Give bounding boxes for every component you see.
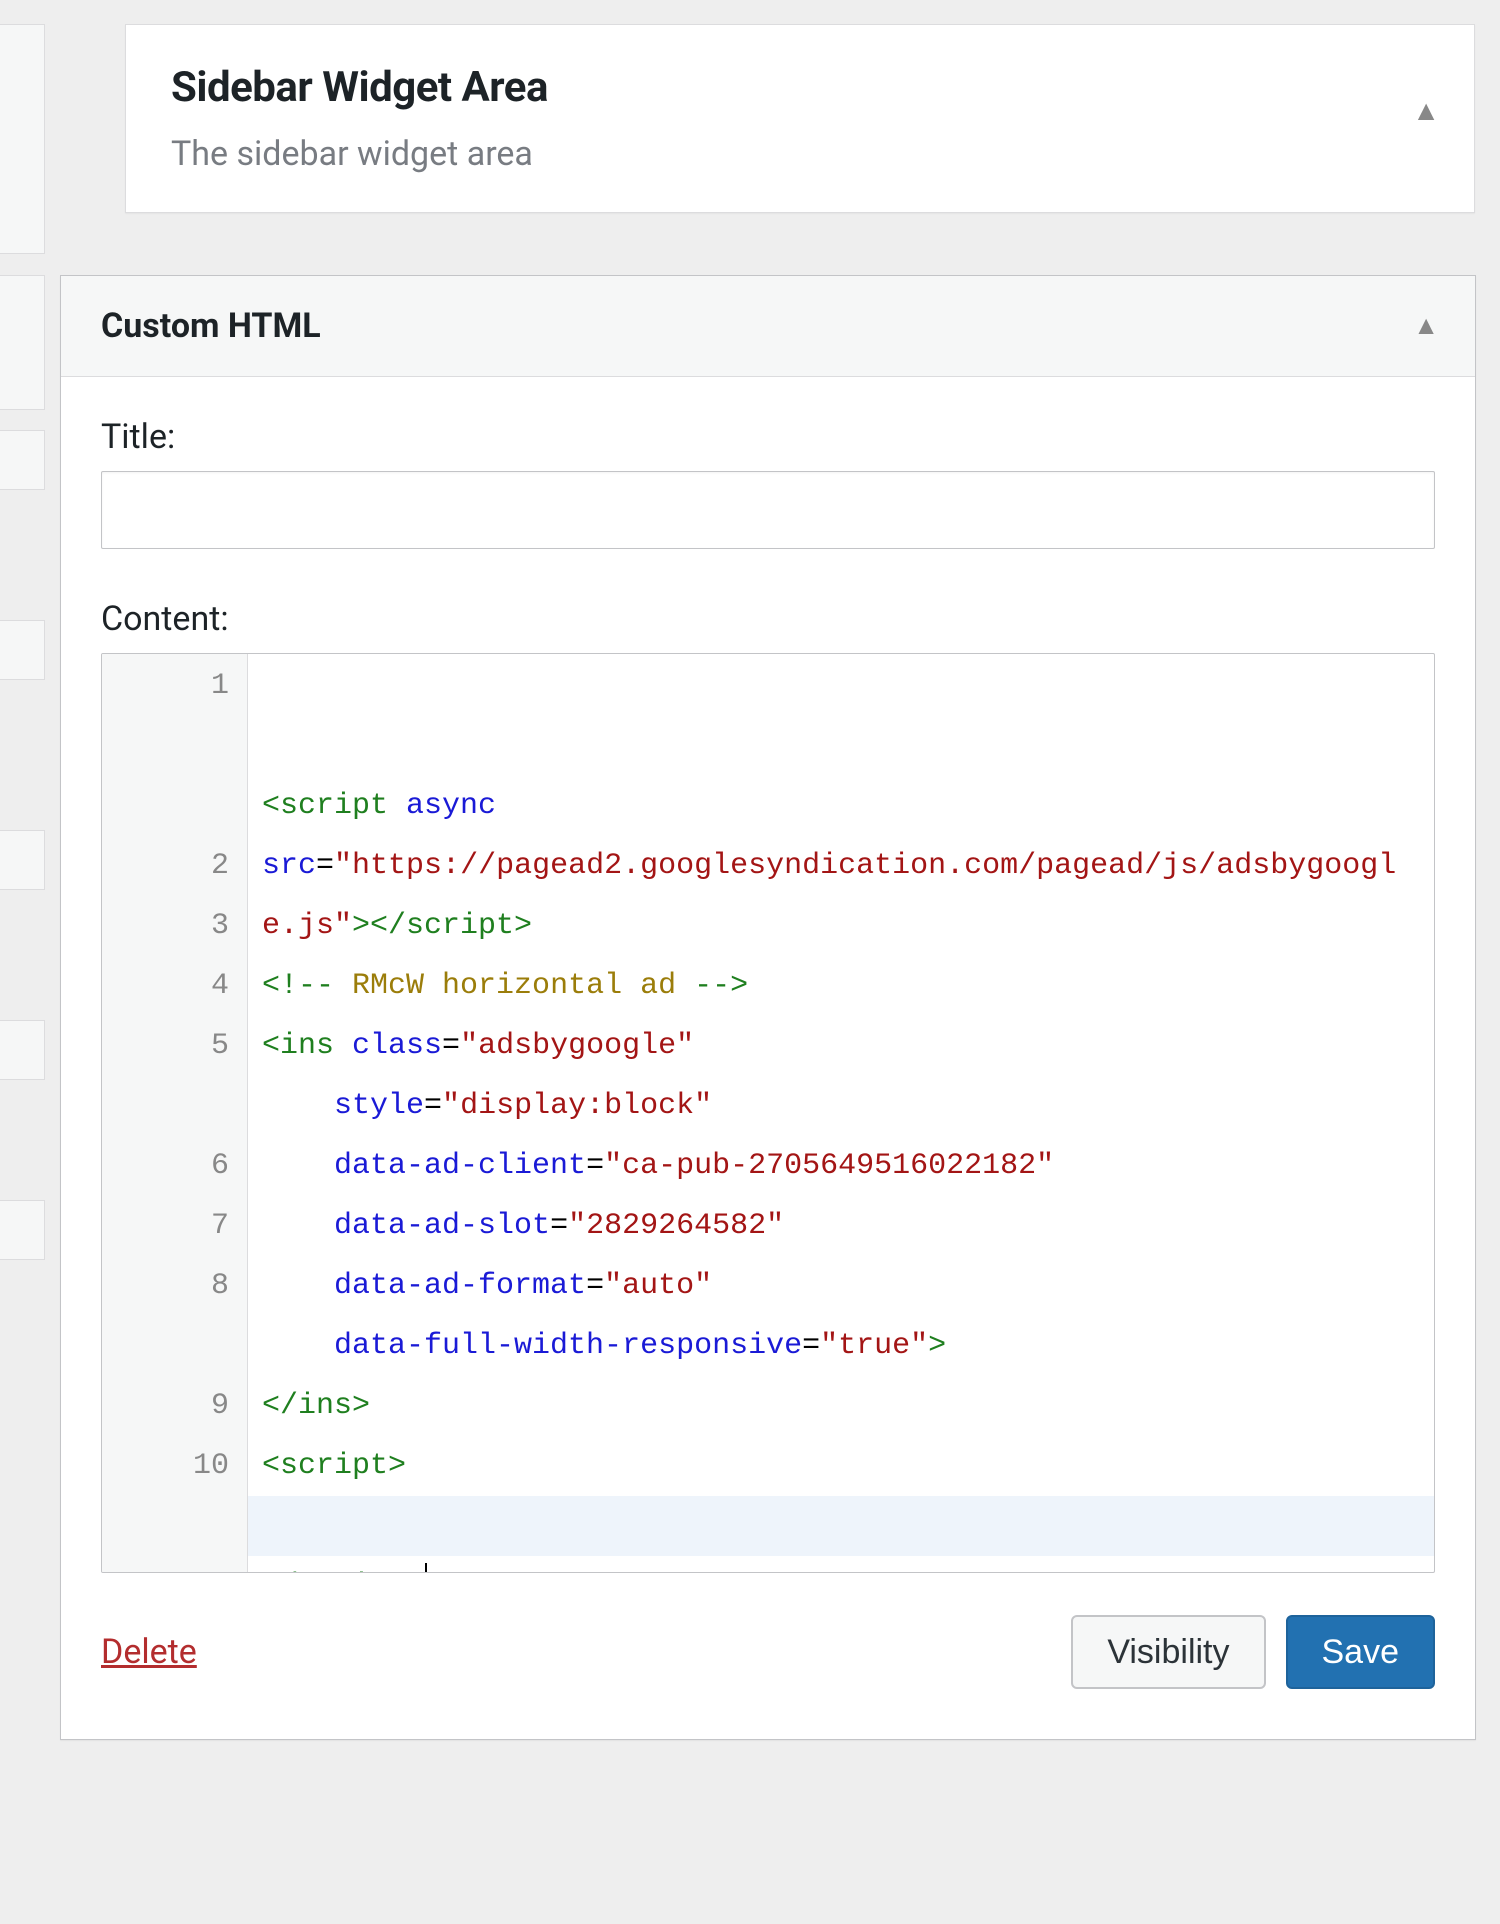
line-number: 3 bbox=[102, 896, 229, 956]
widget-area-header[interactable]: Sidebar Widget Area The sidebar widget a… bbox=[126, 25, 1474, 212]
collapse-icon[interactable]: ▲ bbox=[1412, 97, 1440, 125]
inactive-widget-stub bbox=[0, 430, 45, 490]
code-editor[interactable]: 1 2 3 4 5 6 7 8 9 10 11 <script async sr… bbox=[101, 653, 1435, 1573]
code-ad-client: ca-pub-2705649516022182 bbox=[622, 1149, 1036, 1183]
visibility-button[interactable]: Visibility bbox=[1071, 1615, 1265, 1689]
title-label: Title: bbox=[101, 417, 1435, 457]
line-number: 11 bbox=[102, 1556, 229, 1573]
code-ad-slot: 2829264582 bbox=[586, 1209, 766, 1243]
widget-header[interactable]: Custom HTML ▲ bbox=[61, 276, 1475, 377]
content-label: Content: bbox=[101, 599, 1435, 639]
line-number: 8 bbox=[102, 1256, 229, 1316]
line-number: 9 bbox=[102, 1376, 229, 1436]
inactive-widget-stub bbox=[0, 275, 45, 410]
line-number-gutter: 1 2 3 4 5 6 7 8 9 10 11 bbox=[102, 654, 248, 1572]
widget-name: Custom HTML bbox=[101, 306, 321, 346]
code-ins-style: display:block bbox=[460, 1089, 694, 1123]
widget-area-title: Sidebar Widget Area bbox=[171, 63, 1429, 112]
line-number: 2 bbox=[102, 836, 229, 896]
inactive-widget-stub bbox=[0, 620, 45, 680]
line-number: 7 bbox=[102, 1196, 229, 1256]
collapse-icon[interactable]: ▲ bbox=[1413, 313, 1439, 339]
line-number: 10 bbox=[102, 1436, 229, 1496]
line-number: 6 bbox=[102, 1136, 229, 1196]
line-number: 5 bbox=[102, 1016, 229, 1076]
code-content[interactable]: <script async src="https://pagead2.googl… bbox=[248, 654, 1434, 1572]
inactive-widget-stub bbox=[0, 1200, 45, 1260]
delete-link[interactable]: Delete bbox=[101, 1632, 197, 1672]
widget-panel-custom-html: Custom HTML ▲ Title: Content: 1 2 3 4 5 … bbox=[60, 275, 1476, 1740]
code-ins-class: adsbygoogle bbox=[478, 1029, 676, 1063]
line-number: 1 bbox=[102, 656, 229, 716]
save-button[interactable]: Save bbox=[1286, 1615, 1436, 1689]
inactive-widget-stub bbox=[0, 24, 45, 254]
code-full-width: true bbox=[838, 1329, 910, 1363]
line-number: 4 bbox=[102, 956, 229, 1016]
widget-title-input[interactable] bbox=[101, 471, 1435, 549]
inactive-widget-stub bbox=[0, 1020, 45, 1080]
widget-area-card: Sidebar Widget Area The sidebar widget a… bbox=[125, 24, 1475, 213]
text-cursor bbox=[425, 1563, 427, 1573]
code-comment: RMcW horizontal ad bbox=[352, 969, 676, 1003]
widget-actions: Delete Visibility Save bbox=[61, 1573, 1475, 1739]
inactive-widget-stub bbox=[0, 830, 45, 890]
code-ad-format: auto bbox=[622, 1269, 694, 1303]
widget-area-description: The sidebar widget area bbox=[171, 134, 1429, 174]
